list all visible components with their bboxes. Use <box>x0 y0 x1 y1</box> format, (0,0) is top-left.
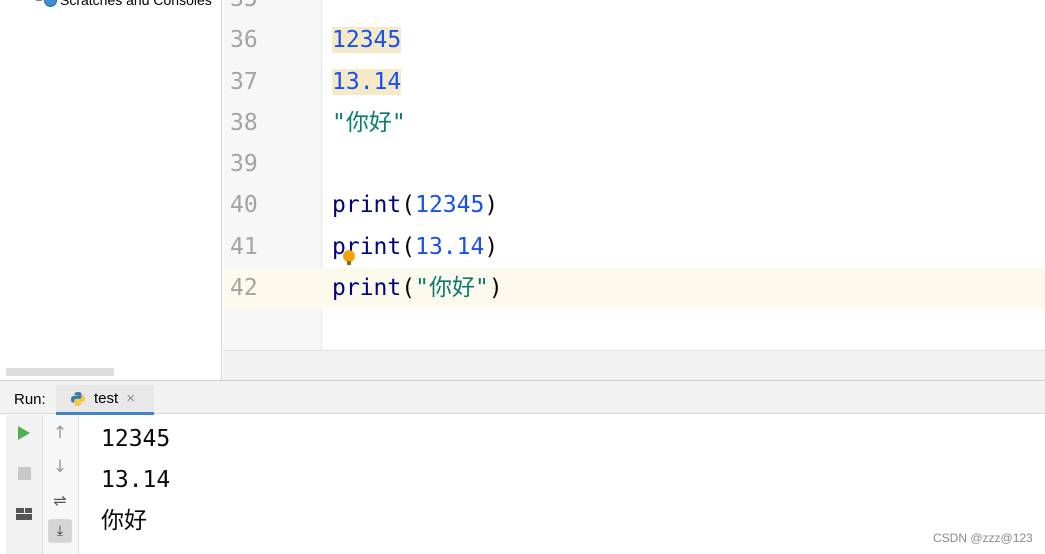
console-output-line: 12345 <box>101 426 171 452</box>
paren: ( <box>401 192 416 218</box>
soft-wrap-button[interactable]: ⇌ <box>48 488 72 512</box>
console-toolbar: ↑ ↓ ⇌ ⤓ <box>43 415 79 554</box>
layout-icon <box>16 508 32 520</box>
function-name: print <box>332 275 402 301</box>
play-icon <box>18 426 30 440</box>
string-literal: "你好" <box>332 110 406 136</box>
rerun-button[interactable] <box>12 421 36 445</box>
line-number: 40 <box>230 192 258 218</box>
code-line-42[interactable]: print("你好") <box>332 268 503 309</box>
number-literal: 13.14 <box>332 69 402 95</box>
paren: ) <box>484 234 499 260</box>
run-label: Run: <box>14 391 46 408</box>
run-toolbar <box>6 415 43 554</box>
tree-item-label: Scratches and Consoles <box>60 0 212 8</box>
code-line-36[interactable]: 12345 <box>332 20 402 61</box>
number-literal: 12345 <box>415 192 485 218</box>
stop-icon <box>17 466 31 480</box>
line-number: 41 <box>230 234 258 260</box>
code-line-37[interactable]: 13.14 <box>332 62 402 103</box>
horizontal-scrollbar[interactable] <box>6 368 114 376</box>
stop-button[interactable] <box>12 461 36 485</box>
layout-button[interactable] <box>12 502 36 526</box>
console-output-line: 13.14 <box>101 467 171 493</box>
code-line-41[interactable]: print(13.14) <box>332 227 498 268</box>
console-output-line: 你好 <box>101 508 147 534</box>
line-number: 38 <box>230 110 258 136</box>
close-icon[interactable]: × <box>126 390 135 407</box>
paren: ) <box>484 192 499 218</box>
string-literal: "你好" <box>415 275 489 301</box>
lightbulb-stem <box>347 261 351 265</box>
arrow-down-icon: ↓ <box>52 457 68 477</box>
code-line-40[interactable]: print(12345) <box>332 185 498 226</box>
run-console[interactable]: 12345 13.14 你好 <box>80 415 1045 554</box>
paren: ) <box>488 275 503 301</box>
watermark: CSDN @zzz@123 <box>933 531 1033 545</box>
paren: ( <box>401 234 416 260</box>
python-icon <box>71 391 85 406</box>
run-tab-test[interactable]: test × <box>56 385 154 415</box>
editor-bottom-area <box>223 350 1045 380</box>
run-tool-window-header: Run: test × <box>0 380 1045 415</box>
scroll-to-end-button[interactable]: ⤓ <box>48 519 72 543</box>
line-number: 36 <box>230 27 258 53</box>
run-tab-label: test <box>94 390 119 407</box>
project-tree-pane: Scratches and Consoles <box>0 0 222 380</box>
line-number: 37 <box>230 69 258 95</box>
scratches-icon <box>44 0 57 7</box>
line-number: 35 <box>230 0 258 20</box>
code-line-38[interactable]: "你好" <box>332 103 406 144</box>
line-number: 42 <box>230 275 258 301</box>
tree-connector <box>36 0 42 1</box>
function-name: print <box>332 192 402 218</box>
arrow-up-icon: ↑ <box>52 423 68 443</box>
line-number: 39 <box>230 151 258 177</box>
paren: ( <box>401 275 416 301</box>
scroll-to-end-icon: ⤓ <box>56 523 64 539</box>
soft-wrap-icon: ⇌ <box>53 490 67 510</box>
previous-occurrence-button[interactable]: ↑ <box>48 421 72 445</box>
number-literal: 12345 <box>332 27 402 53</box>
tree-item-scratches[interactable]: Scratches and Consoles <box>36 0 222 9</box>
number-literal: 13.14 <box>415 234 485 260</box>
next-occurrence-button[interactable]: ↓ <box>48 455 72 479</box>
